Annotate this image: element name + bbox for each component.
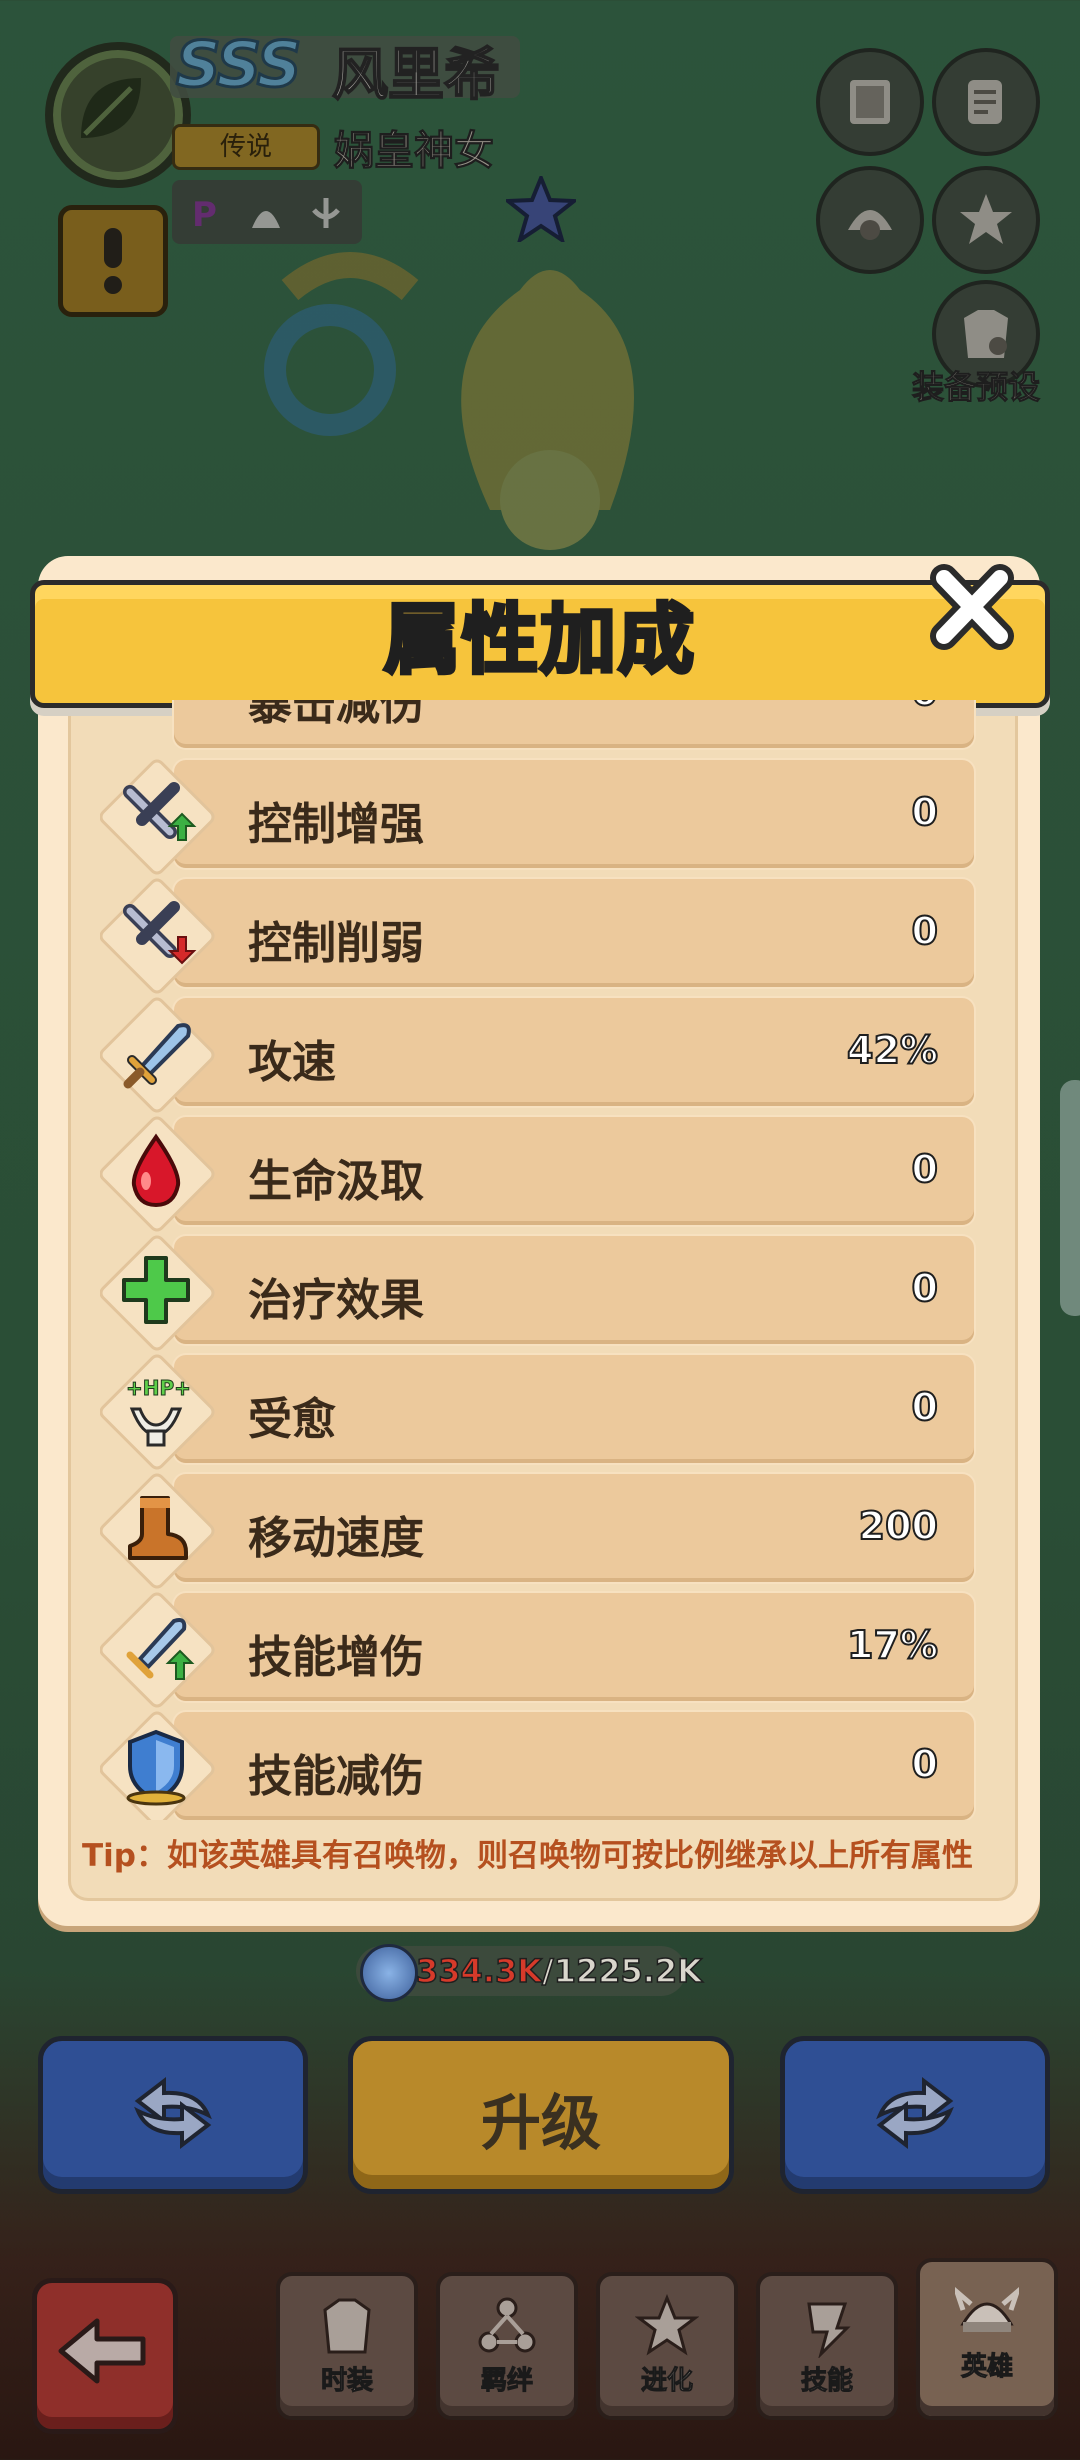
tab-label: 进化 xyxy=(640,2366,693,2397)
exp-orb-icon xyxy=(360,1944,418,2002)
green-cross-icon xyxy=(122,1256,190,1324)
attribute-value: 0 xyxy=(911,1265,939,1311)
attribute-label: 受愈 xyxy=(248,1394,336,1445)
attribute-label: 暴击减伤 xyxy=(248,700,424,730)
chain-up-icon xyxy=(123,782,197,841)
tab-hero[interactable]: 英雄 xyxy=(916,2258,1058,2420)
attribute-value: 0 xyxy=(911,908,939,954)
shield-icon xyxy=(126,1729,186,1806)
hp-hands-icon: +HP+ xyxy=(126,1376,191,1447)
upgrade-button[interactable]: 升级 xyxy=(348,2036,734,2194)
attribute-row: 控制削弱 0 xyxy=(100,875,980,997)
attribute-label: 生命汲取 xyxy=(248,1156,424,1207)
attribute-label: 控制增强 xyxy=(248,799,424,850)
attribute-value: 17% xyxy=(846,1622,939,1668)
attribute-value: 42% xyxy=(846,1027,939,1073)
swap-left-icon xyxy=(134,2076,212,2150)
attribute-row: 生命汲取 0 xyxy=(100,1113,980,1235)
attribute-list[interactable]: 暴击减伤 0 控制增强 0 控制削弱 0 攻速 xyxy=(100,700,980,1820)
attribute-label: 攻速 xyxy=(248,1037,336,1088)
attribute-value: 0 xyxy=(911,789,939,835)
skill-icon xyxy=(807,2302,851,2358)
hero-helmet-icon xyxy=(955,2286,1019,2332)
swap-right-icon xyxy=(876,2076,954,2150)
attribute-row: 技能增伤 17% xyxy=(100,1589,980,1711)
back-arrow-icon xyxy=(58,2318,146,2384)
back-button[interactable] xyxy=(32,2278,178,2434)
next-hero-button[interactable] xyxy=(780,2036,1050,2194)
boot-icon xyxy=(128,1496,188,1560)
tab-label: 英雄 xyxy=(960,2352,1013,2383)
attribute-label: 控制削弱 xyxy=(248,918,424,969)
side-drawer-handle[interactable] xyxy=(1060,1080,1080,1316)
attribute-value: 0 xyxy=(911,1384,939,1430)
tab-costume[interactable]: 时装 xyxy=(276,2272,418,2420)
close-icon[interactable] xyxy=(930,562,1014,652)
attribute-value: 0 xyxy=(911,700,939,715)
prev-hero-button[interactable] xyxy=(38,2036,308,2194)
bond-icon xyxy=(478,2297,536,2353)
costume-icon xyxy=(323,2298,371,2354)
attribute-row: 技能减伤 0 xyxy=(100,1708,980,1820)
tab-skill[interactable]: 技能 xyxy=(756,2272,898,2420)
sword-icon xyxy=(123,1023,191,1089)
attribute-value: 0 xyxy=(911,1146,939,1192)
attribute-label: 移动速度 xyxy=(248,1513,424,1564)
tab-label: 羁绊 xyxy=(480,2366,533,2397)
attribute-row: 移动速度 200 xyxy=(100,1470,980,1592)
tab-bond[interactable]: 羁绊 xyxy=(436,2272,578,2420)
attribute-label: 治疗效果 xyxy=(248,1275,424,1326)
tab-label: 时装 xyxy=(320,2366,373,2397)
exp-counter: 334.3K/1225.2K xyxy=(356,1944,703,2002)
evolve-star-icon xyxy=(635,2294,699,2356)
exp-current: 334.3K xyxy=(415,1951,543,1991)
attribute-value: 200 xyxy=(858,1503,939,1549)
attribute-label: 技能减伤 xyxy=(248,1751,424,1802)
tab-label: 技能 xyxy=(800,2366,853,2397)
attribute-label: 技能增伤 xyxy=(248,1632,424,1683)
attribute-row: 治疗效果 0 xyxy=(100,1232,980,1354)
attribute-row: +HP+ 受愈 0 xyxy=(100,1351,980,1473)
blood-drop-icon xyxy=(131,1133,181,1208)
sword-up-icon xyxy=(126,1618,195,1680)
attribute-value: 0 xyxy=(911,1741,939,1787)
svg-text:+HP+: +HP+ xyxy=(126,1376,191,1400)
attribute-row: 控制增强 0 xyxy=(100,756,980,878)
chain-down-icon xyxy=(123,901,197,965)
upgrade-label: 升级 xyxy=(481,2089,601,2159)
attribute-row: 攻速 42% xyxy=(100,994,980,1116)
tab-evolve[interactable]: 进化 xyxy=(596,2272,738,2420)
exp-total: 1225.2K xyxy=(553,1951,703,1991)
attribute-row: 暴击减伤 0 xyxy=(100,700,980,748)
panel-title: 属性加成 xyxy=(382,593,696,686)
tip-text: Tip：如该英雄具有召唤物，则召唤物可按比例继承以上所有属性 xyxy=(82,1838,973,1874)
